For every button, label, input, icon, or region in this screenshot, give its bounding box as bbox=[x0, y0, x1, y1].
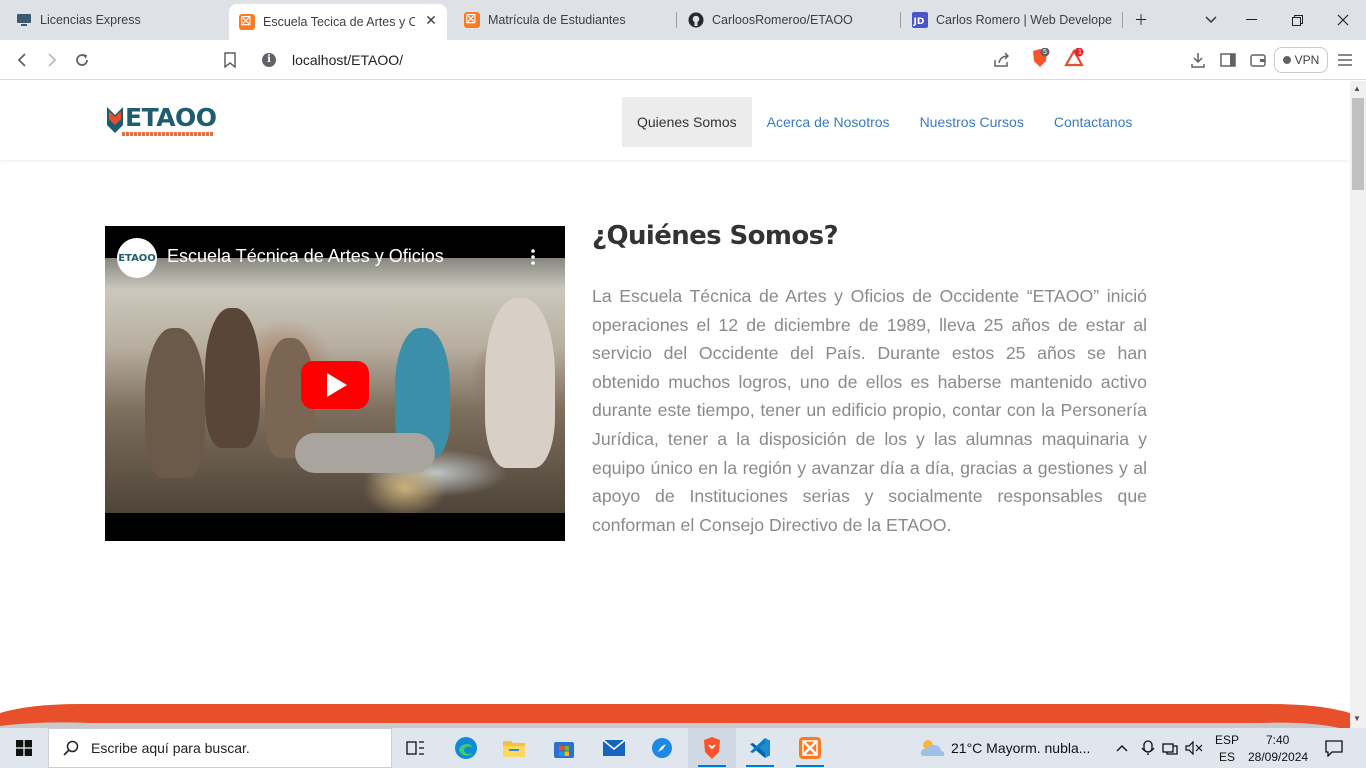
svg-text:JD: JD bbox=[913, 17, 925, 27]
footer-wave-decoration bbox=[0, 704, 1350, 728]
scroll-up-arrow-icon[interactable]: ▲ bbox=[1353, 84, 1361, 93]
url-text: localhost/ETAOO/ bbox=[292, 52, 404, 68]
microsoft-store-icon[interactable] bbox=[540, 728, 588, 768]
tab-matricula-estudiantes[interactable]: Matrícula de Estudiantes bbox=[454, 4, 670, 36]
network-icon[interactable] bbox=[1158, 728, 1182, 768]
channel-avatar[interactable]: ETAOO bbox=[117, 238, 157, 278]
scrollbar-thumb[interactable] bbox=[1352, 98, 1364, 190]
bookmark-icon[interactable] bbox=[218, 48, 242, 72]
weather-text[interactable]: 21°C Mayorm. nubla... bbox=[951, 740, 1090, 756]
restore-icon[interactable] bbox=[1274, 0, 1320, 40]
vscode-icon[interactable] bbox=[736, 728, 784, 768]
site-info-icon[interactable]: i bbox=[262, 53, 276, 67]
nav-quienes-somos[interactable]: Quienes Somos bbox=[622, 97, 752, 147]
menu-hamburger-icon[interactable] bbox=[1333, 48, 1357, 72]
share-icon[interactable] bbox=[990, 48, 1014, 72]
play-button-icon[interactable] bbox=[301, 361, 369, 409]
download-icon[interactable] bbox=[1186, 48, 1210, 72]
site-logo[interactable]: ETAOO bbox=[106, 103, 217, 139]
tab-title: CarloosRomeroo/ETAOO bbox=[712, 13, 853, 27]
clock-time[interactable]: 7:40 bbox=[1266, 733, 1289, 747]
wallet-icon[interactable] bbox=[1246, 48, 1270, 72]
vpn-button[interactable]: VPN bbox=[1274, 47, 1328, 73]
new-tab-icon[interactable]: ＋ bbox=[1118, 0, 1164, 40]
shields-count: 5 bbox=[1043, 49, 1047, 56]
search-placeholder: Escribe aquí para buscar. bbox=[91, 740, 250, 756]
nav-contactanos[interactable]: Contactanos bbox=[1039, 97, 1148, 147]
mail-icon[interactable] bbox=[590, 728, 638, 768]
search-icon bbox=[63, 740, 79, 756]
tab-carlos-romero[interactable]: JD Carlos Romero | Web Developer bbox=[902, 4, 1122, 36]
taskbar-search-box[interactable]: Escribe aquí para buscar. bbox=[48, 728, 392, 768]
page-viewport: ETAOO Quienes Somos Acerca de Nosotros N… bbox=[0, 81, 1350, 728]
video-more-options-icon[interactable] bbox=[531, 248, 535, 266]
jd-icon: JD bbox=[912, 12, 928, 28]
site-header: ETAOO Quienes Somos Acerca de Nosotros N… bbox=[0, 81, 1350, 160]
forward-arrow-icon[interactable] bbox=[40, 48, 64, 72]
file-explorer-icon[interactable] bbox=[490, 728, 538, 768]
keyboard-layout[interactable]: ES bbox=[1219, 750, 1235, 764]
about-paragraph: La Escuela Técnica de Artes y Oficios de… bbox=[592, 286, 1147, 535]
nav-acerca-de-nosotros[interactable]: Acerca de Nosotros bbox=[752, 97, 905, 147]
address-bar[interactable]: i localhost/ETAOO/ bbox=[252, 45, 1103, 75]
browser-tab-strip: Licencias Express Escuela Tecica de Arte… bbox=[0, 0, 1366, 40]
safari-like-browser-icon[interactable] bbox=[638, 728, 686, 768]
page-scrollbar[interactable]: ▲ ▼ bbox=[1350, 81, 1366, 728]
logo-text: ETAOO bbox=[125, 103, 217, 132]
tab-separator bbox=[900, 12, 901, 28]
tab-title: Matrícula de Estudiantes bbox=[488, 13, 626, 27]
vpn-status-dot-icon bbox=[1282, 56, 1291, 64]
rewards-count: 1 bbox=[1078, 49, 1082, 56]
edge-icon[interactable] bbox=[442, 728, 490, 768]
monitor-icon bbox=[16, 12, 32, 28]
scroll-down-arrow-icon[interactable]: ▼ bbox=[1353, 714, 1361, 723]
reload-icon[interactable] bbox=[70, 48, 94, 72]
tab-licencias-express[interactable]: Licencias Express bbox=[6, 4, 228, 36]
github-icon bbox=[688, 12, 704, 28]
nav-nuestros-cursos[interactable]: Nuestros Cursos bbox=[905, 97, 1039, 147]
youtube-video-embed[interactable]: ETAOO Escuela Técnica de Artes y Oficios bbox=[105, 226, 565, 541]
meet-now-icon[interactable] bbox=[1136, 728, 1160, 768]
tab-separator bbox=[676, 12, 677, 28]
logo-tagline-stripe bbox=[122, 132, 214, 136]
main-nav: Quienes Somos Acerca de Nosotros Nuestro… bbox=[622, 97, 1147, 147]
xampp-icon bbox=[239, 12, 255, 30]
vpn-label: VPN bbox=[1294, 53, 1320, 67]
show-hidden-icons-chevron-icon[interactable] bbox=[1110, 728, 1134, 768]
volume-muted-icon[interactable] bbox=[1182, 728, 1206, 768]
language-code[interactable]: ESP bbox=[1215, 733, 1239, 747]
section-title: ¿Quiénes Somos? bbox=[592, 221, 839, 251]
xampp-icon bbox=[464, 10, 480, 28]
clock-date[interactable]: 28/09/2024 bbox=[1248, 750, 1308, 764]
notifications-icon[interactable] bbox=[1320, 728, 1348, 768]
minimize-icon[interactable] bbox=[1228, 0, 1274, 40]
tab-title: Licencias Express bbox=[40, 13, 141, 27]
sidebar-toggle-icon[interactable] bbox=[1216, 48, 1240, 72]
tab-title: Carlos Romero | Web Developer bbox=[936, 13, 1112, 27]
tab-escuela-tecnica[interactable]: Escuela Tecica de Artes y Ofi ✕ bbox=[229, 4, 447, 40]
logo-mark-icon bbox=[106, 105, 124, 135]
weather-cloud-icon[interactable] bbox=[908, 728, 956, 768]
close-window-icon[interactable] bbox=[1320, 0, 1366, 40]
brave-browser-icon[interactable] bbox=[688, 728, 736, 768]
tab-title: Escuela Tecica de Artes y Ofi bbox=[263, 15, 415, 29]
task-view-icon[interactable] bbox=[392, 728, 440, 768]
tab-github-repo[interactable]: CarloosRomeroo/ETAOO bbox=[678, 4, 894, 36]
video-title[interactable]: Escuela Técnica de Artes y Oficios bbox=[167, 246, 444, 267]
windows-taskbar: Escribe aquí para buscar. 21°C Mayorm. n… bbox=[0, 728, 1366, 768]
windows-start-icon[interactable] bbox=[0, 728, 48, 768]
close-tab-icon[interactable]: ✕ bbox=[423, 12, 439, 28]
back-arrow-icon[interactable] bbox=[10, 48, 34, 72]
xampp-icon[interactable] bbox=[786, 728, 834, 768]
